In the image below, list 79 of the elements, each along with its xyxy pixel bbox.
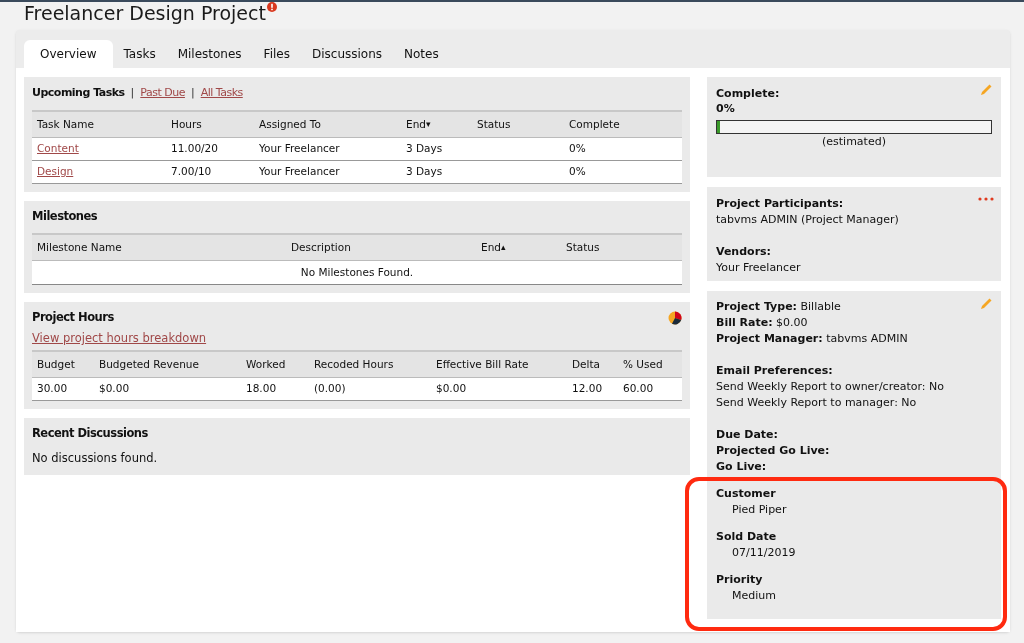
field-label: Customer (716, 486, 777, 502)
table-cell: 3 Days (406, 142, 443, 155)
detail-line: Bill Rate: $0.00 (716, 315, 808, 331)
tab[interactable]: Discussions (300, 40, 394, 68)
table-cell: $0.00 (99, 382, 130, 395)
field-value: Send Weekly Report to owner/creator: No (716, 379, 944, 395)
column-header: Task Name (37, 116, 94, 132)
completion-label: Complete: (716, 86, 780, 101)
table-cell: 30.00 (37, 382, 68, 395)
separator: | (130, 85, 135, 102)
field-value: Pied Piper (731, 502, 788, 518)
field-label: Priority (716, 572, 764, 588)
task-link[interactable]: Design (37, 165, 74, 178)
column-header: Budget (37, 356, 75, 372)
column-header: Recoded Hours (314, 356, 394, 372)
table-cell: 60.00 (623, 382, 654, 395)
filter-link[interactable]: Past Due (140, 85, 185, 102)
section-title: Project Hours (32, 309, 114, 327)
field-value: Send Weekly Report to manager: No (716, 395, 917, 411)
column-header: % Used (623, 356, 663, 372)
table-cell: 18.00 (246, 382, 277, 395)
table-cell: 0% (569, 165, 586, 178)
column-header: Delta (572, 356, 600, 372)
filter-link[interactable]: All Tasks (200, 85, 243, 102)
table-cell: $0.00 (436, 382, 467, 395)
table-cell: 0% (569, 142, 586, 155)
field-value: Medium (731, 588, 777, 604)
field-value: 07/11/2019 (731, 545, 797, 561)
field-label: Sold Date (716, 529, 778, 545)
page-title: Freelancer Design Project (24, 2, 266, 24)
field-label: Go Live: (716, 459, 767, 475)
tab[interactable]: Overview (24, 40, 113, 68)
field-label: Project Participants: (716, 196, 844, 212)
column-header: Budgeted Revenue (99, 356, 199, 372)
filter-link[interactable]: Upcoming Tasks (32, 85, 125, 102)
table-cell: 7.00/10 (171, 165, 212, 178)
column-header: Worked (246, 356, 286, 372)
sort-indicator: ▾ (425, 117, 431, 131)
column-header: Hours (171, 116, 202, 132)
table-cell: (0.00) (314, 382, 346, 395)
detail-line: Project Type: Billable (716, 299, 841, 315)
column-header: Assigned To (259, 116, 321, 132)
field-value: Your Freelancer (716, 260, 801, 276)
detail-line: Project Manager: tabvms ADMIN (716, 331, 908, 347)
section-title: Recent Discussions (32, 425, 149, 443)
completion-value: 0% (716, 101, 736, 116)
tab[interactable]: Tasks (112, 40, 167, 68)
alert-icon (266, 2, 277, 12)
column-header: Milestone Name (37, 239, 122, 255)
empty-message: No Milestones Found. (32, 261, 682, 285)
column-header[interactable]: End (481, 239, 501, 256)
field-label: Due Date: (716, 427, 778, 443)
field-label: Projected Go Live: (716, 443, 830, 459)
field-label: Email Preferences: (716, 363, 833, 379)
tab[interactable]: Notes (393, 40, 450, 68)
table-cell: 12.00 (572, 382, 603, 395)
section-title: Milestones (31, 208, 99, 226)
table-cell: 11.00/20 (171, 142, 218, 155)
column-header: Effective Bill Rate (436, 356, 529, 372)
pie-chart-icon[interactable] (668, 311, 682, 325)
field-label: Vendors: (716, 244, 771, 260)
table-cell: 3 Days (406, 165, 443, 178)
tab[interactable]: Files (252, 40, 301, 68)
hours-breakdown-link[interactable]: View project hours breakdown (32, 330, 207, 348)
table-cell: Your Freelancer (259, 142, 340, 155)
task-link[interactable]: Content (37, 142, 79, 155)
column-header: Status (566, 239, 600, 255)
tab[interactable]: Milestones (166, 40, 253, 68)
column-header: Description (291, 239, 351, 255)
empty-message: No discussions found. (32, 450, 159, 467)
completion-note: (estimated) (821, 134, 887, 149)
column-header[interactable]: End (406, 116, 426, 133)
separator: | (190, 85, 195, 102)
field-value: tabvms ADMIN (Project Manager) (716, 212, 899, 228)
column-header: Status (477, 116, 511, 132)
more-icon[interactable] (978, 197, 994, 201)
column-header: Complete (569, 116, 620, 132)
sort-indicator: ▴ (500, 240, 506, 254)
table-cell: Your Freelancer (259, 165, 340, 178)
